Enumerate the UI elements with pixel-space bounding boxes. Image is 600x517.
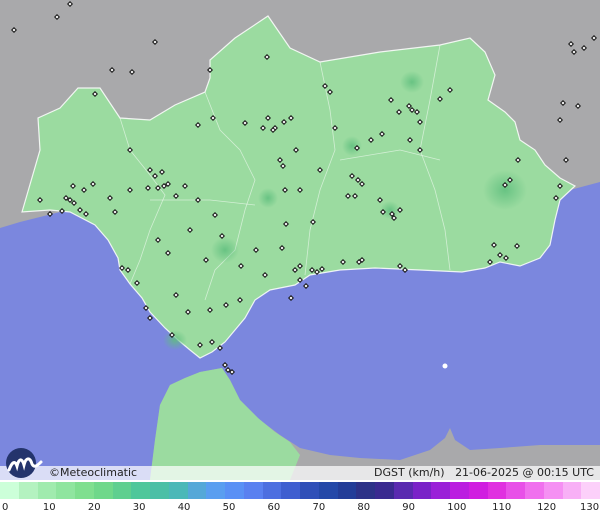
legend-tick-label: 30 (132, 502, 146, 513)
legend-swatch (581, 482, 600, 499)
legend-swatch (131, 482, 150, 499)
map-canvas[interactable] (0, 0, 600, 480)
legend-tick-label: 20 (87, 502, 101, 513)
legend-swatch (112, 482, 132, 499)
legend-swatch (506, 482, 525, 499)
legend-swatch (468, 482, 488, 499)
legend-tick-label: 50 (222, 502, 236, 513)
meteoclimatic-logo-icon[interactable] (3, 446, 49, 478)
legend-swatch (262, 482, 282, 499)
legend-swatch (525, 482, 544, 499)
legend-swatch (93, 482, 113, 499)
legend-tick-label: 90 (402, 502, 416, 513)
legend-swatch (168, 482, 188, 499)
alboran-island (442, 363, 448, 369)
legend-ticks: 0 10 20 30 40 50 60 70 80 90 100 110 120 130 (0, 500, 600, 516)
product-timestamp: 21-06-2025 @ 00:15 UTC (455, 466, 594, 479)
legend-swatch (337, 482, 357, 499)
legend-swatch (562, 482, 582, 499)
info-bar: ©Meteoclimatic DGST (km/h) 21-06-2025 @ … (0, 466, 600, 480)
legend-swatch (431, 482, 450, 499)
legend: 0 10 20 30 40 50 60 70 80 90 100 110 120 130 (0, 481, 600, 517)
legend-tick-label: 60 (267, 502, 281, 513)
legend-swatch (37, 482, 57, 499)
map-frame: ©Meteoclimatic DGST (km/h) 21-06-2025 @ … (0, 0, 600, 517)
legend-tick-label: 10 (42, 502, 56, 513)
legend-tick-label: 40 (177, 502, 191, 513)
legend-tick-label: 110 (492, 502, 512, 513)
legend-tick-label: 120 (537, 502, 557, 513)
legend-tick-label: 80 (357, 502, 371, 513)
legend-swatch (281, 482, 300, 499)
legend-swatch (187, 482, 207, 499)
legend-swatch (393, 482, 413, 499)
legend-swatch (18, 482, 38, 499)
legend-swatch (300, 482, 319, 499)
legend-color-bar (0, 482, 600, 499)
legend-swatch (0, 482, 19, 499)
legend-swatch (375, 482, 394, 499)
legend-tick-label: 130 (580, 502, 600, 513)
legend-swatch (75, 482, 94, 499)
legend-swatch (450, 482, 469, 499)
legend-swatch (206, 482, 225, 499)
product-label: DGST (km/h) 21-06-2025 @ 00:15 UTC (374, 466, 594, 480)
legend-tick-label: 70 (312, 502, 326, 513)
legend-tick-label: 100 (447, 502, 467, 513)
legend-swatch (56, 482, 75, 499)
legend-swatch (243, 482, 263, 499)
legend-swatch (318, 482, 338, 499)
legend-swatch (225, 482, 244, 499)
legend-swatch (356, 482, 375, 499)
legend-swatch (412, 482, 432, 499)
product-variable: DGST (km/h) (374, 466, 445, 479)
brand-name: ©Meteoclimatic (49, 466, 138, 479)
legend-swatch (487, 482, 507, 499)
legend-tick-label: 0 (2, 502, 9, 513)
legend-swatch (543, 482, 563, 499)
legend-swatch (150, 482, 169, 499)
